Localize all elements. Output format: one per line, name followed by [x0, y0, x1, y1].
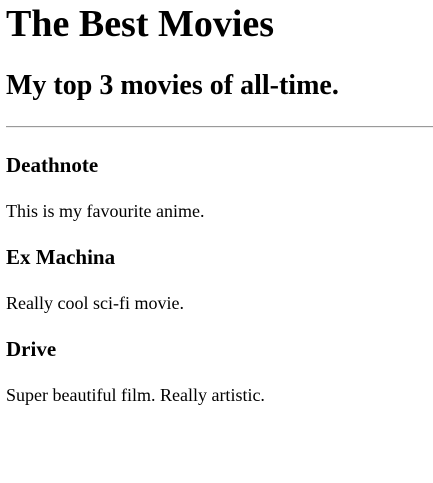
movie-description: Really cool sci-fi movie. — [6, 293, 184, 313]
movie-description: This is my favourite anime. — [6, 201, 205, 221]
movie-item-ex-machina: Ex Machina Really cool sci-fi movie. — [6, 244, 433, 314]
movie-description: Super beautiful film. Really artistic. — [6, 385, 265, 405]
page-subtitle: My top 3 movies of all-time. — [6, 70, 339, 101]
movie-title: Ex Machina — [6, 245, 116, 269]
divider — [6, 126, 433, 128]
movie-title: Deathnote — [6, 153, 99, 177]
page-title: The Best Movies — [6, 3, 275, 45]
movie-item-deathnote: Deathnote This is my favourite anime. — [6, 152, 433, 222]
movie-item-drive: Drive Super beautiful film. Really artis… — [6, 336, 433, 406]
movie-title: Drive — [6, 337, 57, 361]
